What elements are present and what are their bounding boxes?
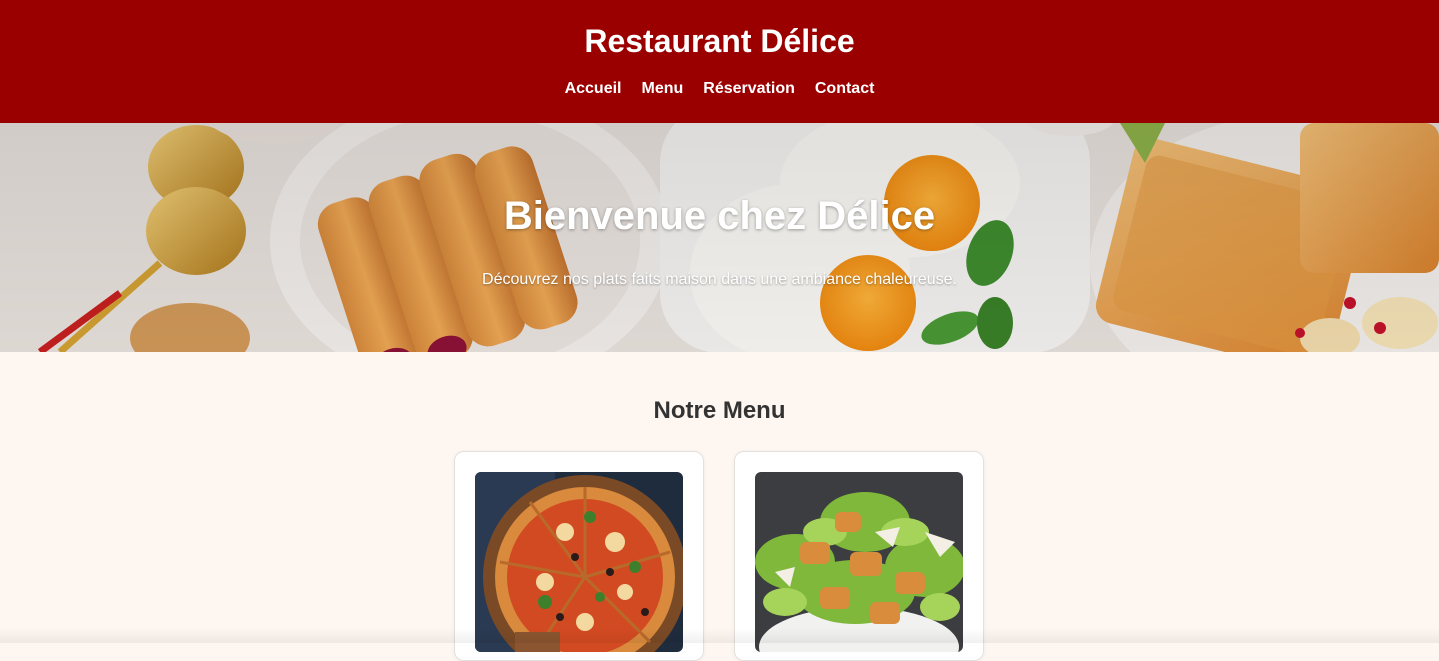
nav-link-contact[interactable]: Contact bbox=[815, 79, 875, 99]
hero-title: Bienvenue chez Délice bbox=[503, 194, 936, 238]
nav-link-menu[interactable]: Menu bbox=[641, 79, 683, 99]
menu-card-caesar-salad[interactable] bbox=[734, 451, 984, 661]
nav-link-accueil[interactable]: Accueil bbox=[565, 79, 622, 99]
hero-subtitle: Découvrez nos plats faits maison dans un… bbox=[482, 271, 957, 288]
caesar-salad-photo bbox=[755, 472, 963, 652]
bottom-shade bbox=[0, 628, 1439, 643]
site-header: Restaurant Délice Accueil Menu Réservati… bbox=[0, 0, 1439, 123]
site-title: Restaurant Délice bbox=[584, 23, 855, 59]
nav-link-reservation[interactable]: Réservation bbox=[703, 79, 795, 99]
menu-section-title: Notre Menu bbox=[653, 397, 786, 424]
menu-card-pizza[interactable] bbox=[454, 451, 704, 661]
pizza-photo bbox=[475, 472, 683, 652]
hero-banner: Bienvenue chez Délice Découvrez nos plat… bbox=[0, 123, 1439, 352]
main-nav: Accueil Menu Réservation Contact bbox=[0, 79, 1439, 99]
